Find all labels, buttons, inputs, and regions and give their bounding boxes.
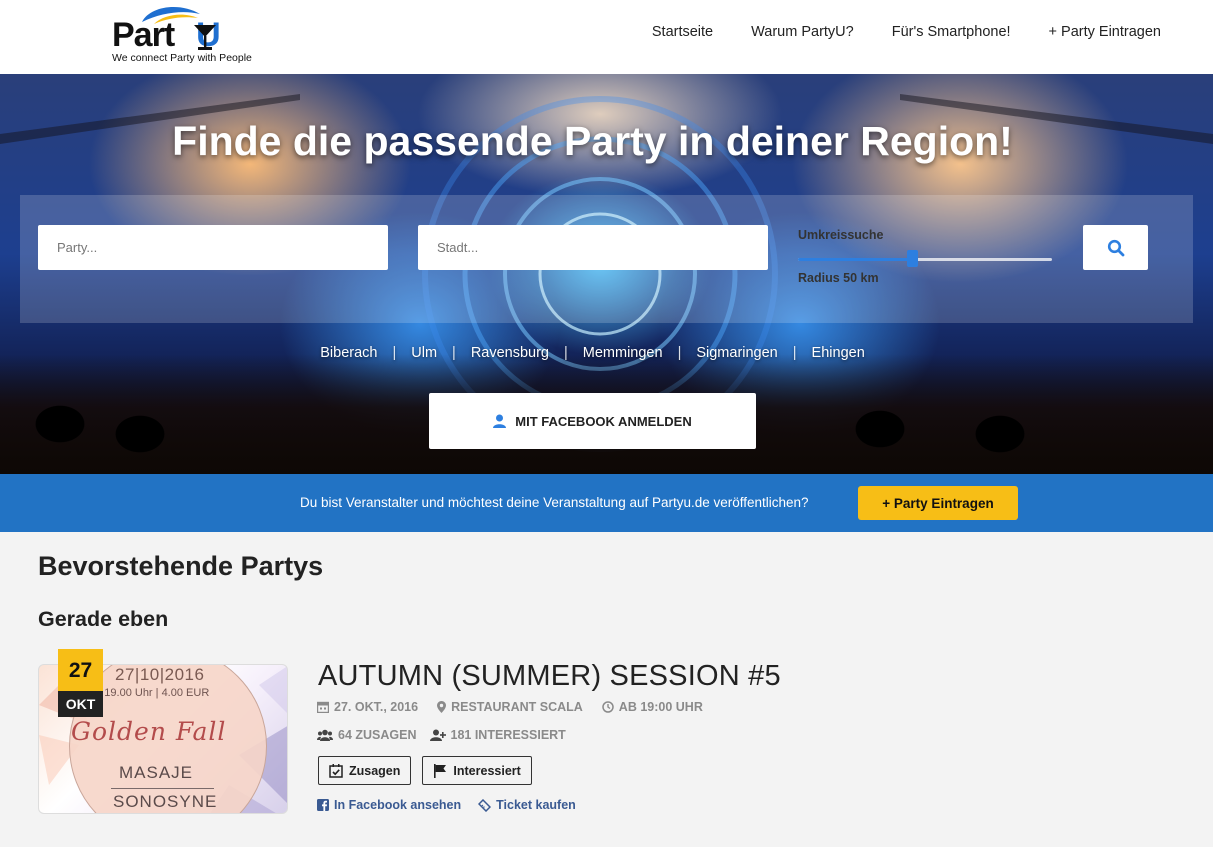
map-marker-icon — [437, 701, 447, 713]
site-header: Part U We connect Party with People Start… — [0, 0, 1213, 74]
event-date-badge: 27 OKT — [58, 649, 103, 717]
event-meta-row: 27. OKT., 2016 RESTAURANT SCALA AB 19:00… — [317, 700, 703, 714]
nav-party-eintragen[interactable]: + Party Eintragen — [1049, 24, 1161, 40]
search-button[interactable] — [1083, 225, 1148, 270]
nav-warum-partyu[interactable]: Warum PartyU? — [751, 24, 854, 40]
event-date: 27. OKT., 2016 — [317, 700, 418, 714]
poster-divider — [111, 788, 214, 789]
city-link-memmingen[interactable]: Memmingen — [583, 345, 663, 361]
hero-banner: Finde die passende Party in deiner Regio… — [0, 74, 1213, 474]
calendar-check-icon — [329, 763, 343, 778]
ticket-kaufen-link[interactable]: Ticket kaufen — [478, 798, 576, 812]
facebook-login-button[interactable]: MIT FACEBOOK ANMELDEN — [429, 393, 756, 449]
logo-tagline: We connect Party with People — [112, 52, 252, 64]
facebook-view-link[interactable]: In Facebook ansehen — [317, 798, 461, 812]
city-link-ehingen[interactable]: Ehingen — [812, 345, 865, 361]
hero-title: Finde die passende Party in deiner Regio… — [172, 118, 1013, 164]
nav-smartphone[interactable]: Für's Smartphone! — [892, 24, 1011, 40]
radius-label: Umkreissuche — [798, 228, 884, 242]
stadt-search-input[interactable]: Stadt... — [418, 225, 768, 270]
users-icon — [317, 729, 333, 741]
poster-script-title: Golden Fall — [71, 717, 227, 746]
city-link-sigmaringen[interactable]: Sigmaringen — [696, 345, 777, 361]
radius-value: Radius 50 km — [798, 271, 879, 285]
radius-slider-handle[interactable] — [907, 250, 918, 267]
event-interessiert-count: 181 INTERESSIERT — [429, 728, 566, 742]
poster-date: 27|10|2016 — [115, 665, 205, 684]
calendar-icon — [317, 701, 329, 713]
organizer-promo-bar: Du bist Veranstalter und möchtest deine … — [0, 474, 1213, 532]
promo-text: Du bist Veranstalter und möchtest deine … — [300, 495, 809, 510]
radius-slider-fill — [798, 258, 912, 261]
clock-icon — [602, 701, 614, 713]
ticket-icon — [478, 798, 492, 812]
party-search-input[interactable]: Party... — [38, 225, 388, 270]
event-location: RESTAURANT SCALA — [437, 700, 583, 714]
poster-line-2: SONOSYNE — [113, 792, 218, 811]
event-month: OKT — [58, 691, 103, 717]
partyu-logo[interactable]: Part U We connect Party with People — [112, 4, 262, 66]
promo-party-eintragen-button[interactable]: + Party Eintragen — [858, 486, 1018, 520]
event-zusagen-count: 64 ZUSAGEN — [317, 728, 417, 742]
search-icon — [1107, 239, 1124, 256]
main-nav: Startseite Warum PartyU? Für's Smartphon… — [652, 24, 1161, 40]
radius-slider-track[interactable] — [798, 258, 1052, 261]
poster-time: ab 19.00 Uhr | 4.00 EUR — [89, 687, 210, 699]
section-title: Bevorstehende Partys — [38, 551, 324, 581]
event-day: 27 — [58, 649, 103, 691]
flag-icon — [434, 763, 447, 778]
facebook-icon — [317, 799, 329, 811]
poster-line-1: MASAJE — [119, 763, 194, 782]
city-link-ravensburg[interactable]: Ravensburg — [471, 345, 549, 361]
event-stats-row: 64 ZUSAGEN 181 INTERESSIERT — [317, 728, 566, 742]
city-link-ulm[interactable]: Ulm — [411, 345, 437, 361]
city-link-biberach[interactable]: Biberach — [320, 345, 377, 361]
cocktail-glass-icon — [194, 25, 216, 50]
zusagen-button[interactable]: Zusagen — [318, 756, 412, 785]
facebook-login-label: MIT FACEBOOK ANMELDEN — [515, 413, 692, 429]
city-links: Biberach | Ulm | Ravensburg | Memmingen | Sigmar… — [320, 345, 865, 361]
interessiert-button[interactable]: Interessiert — [422, 756, 532, 785]
event-title[interactable]: AUTUMN (SUMMER) SESSION #5 — [318, 660, 781, 693]
event-links: In Facebook ansehen Ticket kaufen — [317, 798, 576, 812]
user-plus-icon — [429, 729, 446, 741]
event-time: AB 19:00 UHR — [602, 700, 703, 714]
user-icon — [493, 414, 507, 428]
section-subtitle: Gerade eben — [38, 607, 169, 631]
event-action-buttons: Zusagen Interessiert — [318, 756, 532, 785]
nav-startseite[interactable]: Startseite — [652, 24, 713, 40]
